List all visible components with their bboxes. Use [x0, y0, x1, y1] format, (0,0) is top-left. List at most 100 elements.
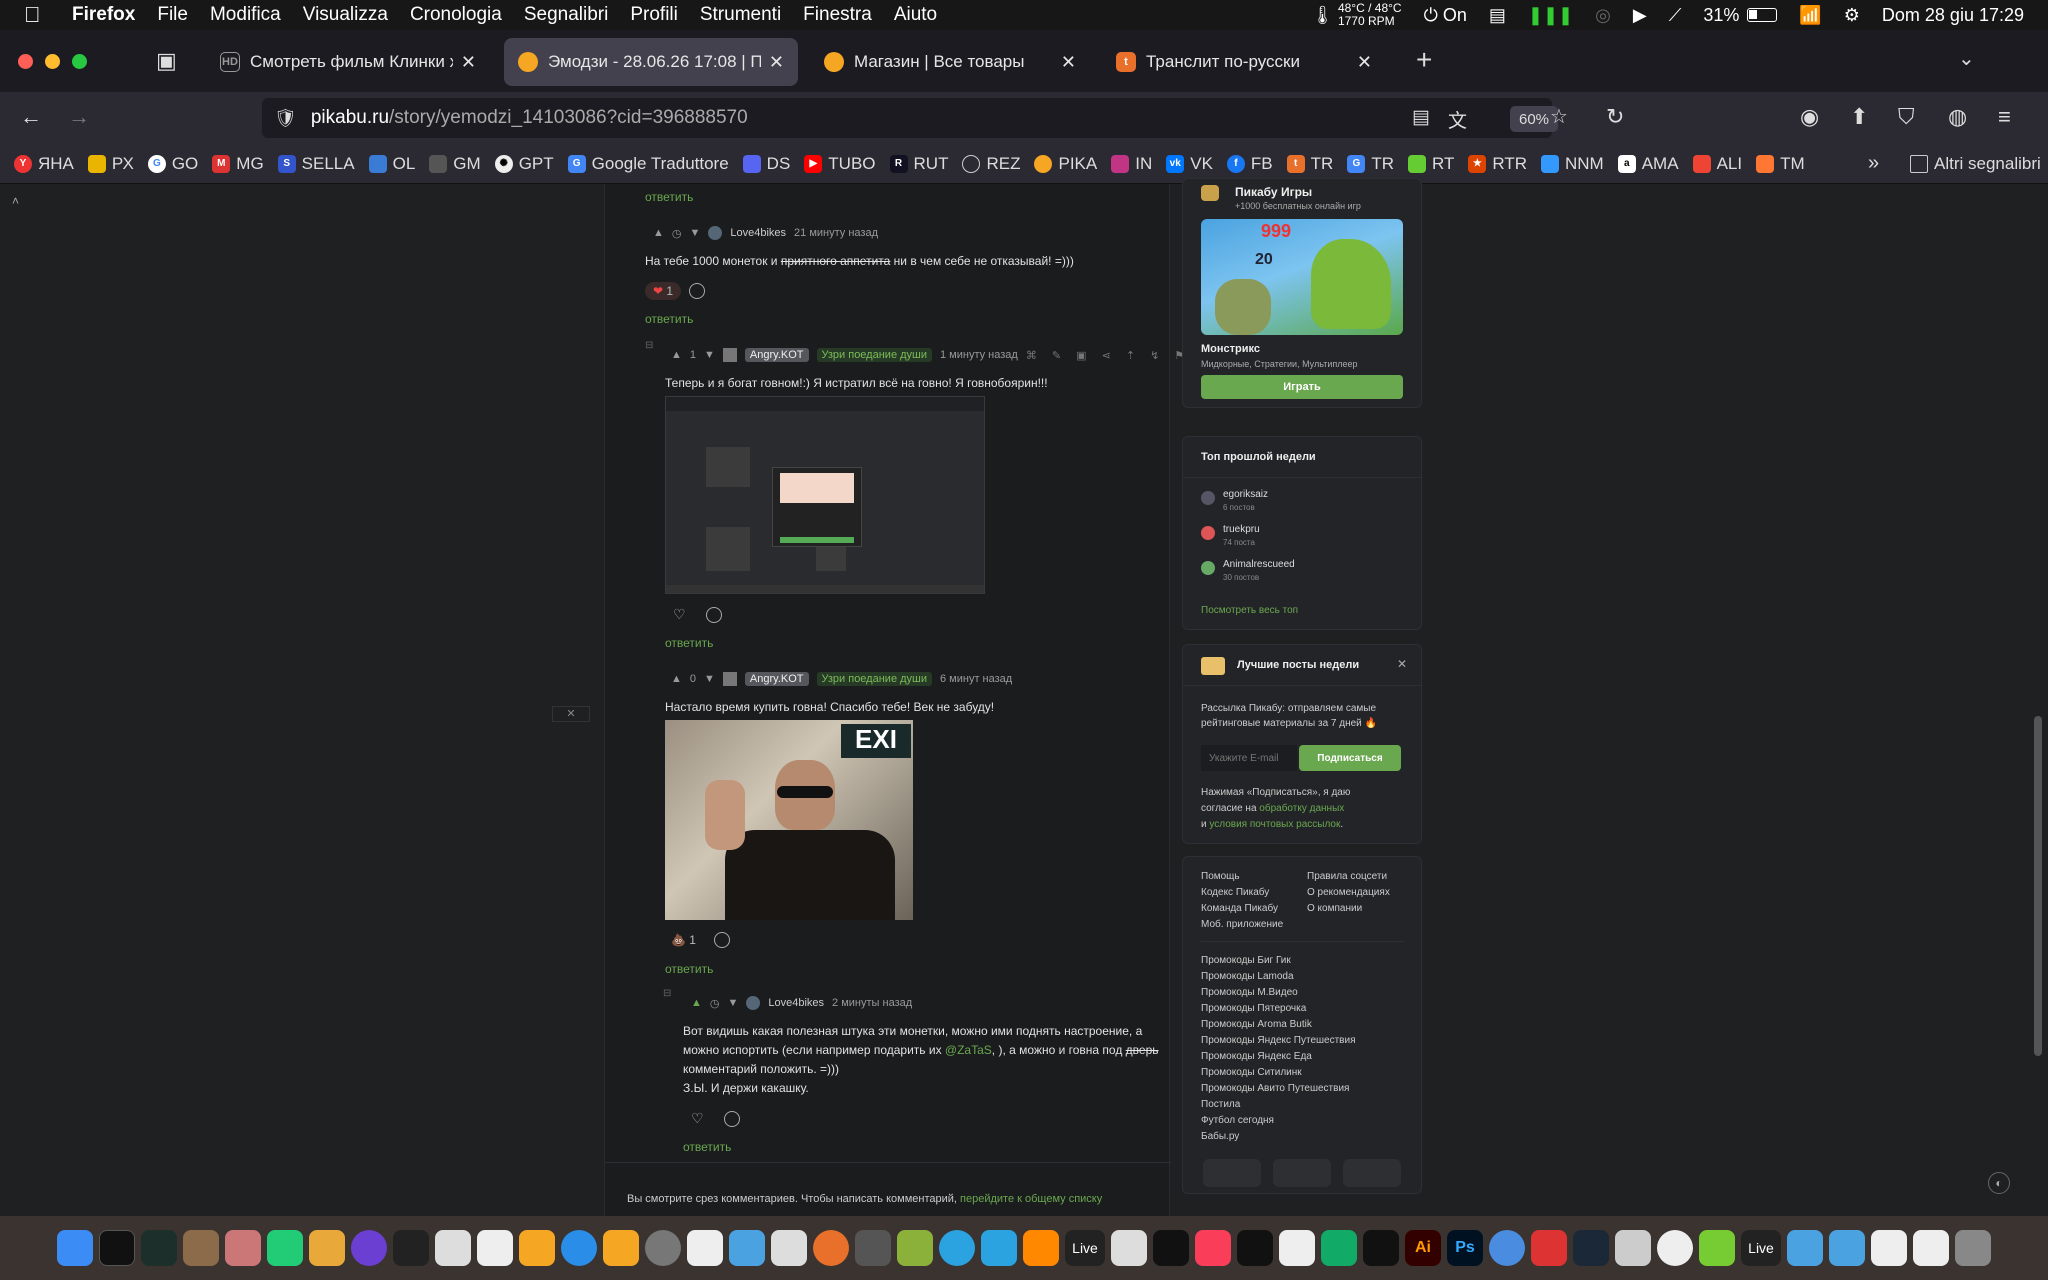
android-icon[interactable] [1699, 1230, 1735, 1266]
shield-icon[interactable]: 🛡 [274, 108, 297, 129]
app-icon[interactable] [393, 1230, 429, 1266]
app-icon[interactable] [1321, 1230, 1357, 1266]
upvote-icon[interactable]: ▲ [691, 997, 702, 1009]
collapse-caret-icon[interactable]: ˄ [12, 194, 19, 208]
app-icon[interactable] [1279, 1230, 1315, 1266]
menu-help[interactable]: Aiuto [894, 4, 937, 26]
app-icon[interactable] [435, 1230, 471, 1266]
bookmark-ali[interactable]: ALI [1692, 154, 1742, 174]
bookmark-rez[interactable]: REZ [962, 154, 1020, 174]
bookmark-ds[interactable]: DS [742, 154, 790, 174]
account-icon[interactable]: ◉ [1800, 104, 1819, 130]
finder-icon[interactable] [57, 1230, 93, 1266]
squirrel-icon[interactable] [183, 1230, 219, 1266]
app-icon[interactable] [897, 1230, 933, 1266]
clock[interactable]: Dom 28 giu 17:29 [1882, 5, 2024, 26]
close-window-button[interactable] [18, 53, 33, 69]
play-icon[interactable]: ▶ [1633, 5, 1647, 26]
comment-author[interactable]: Love4bikes [768, 997, 824, 1009]
avatar[interactable] [722, 348, 737, 362]
menu-bookmarks[interactable]: Segnalibri [524, 4, 609, 26]
app-icon[interactable] [1237, 1230, 1273, 1266]
bookmark-tr-2[interactable]: G TR [1347, 154, 1394, 174]
tab-pikabu-emoji[interactable]: Эмодзи - 28.06.26 17:08 | Пикабу ✕ [504, 38, 798, 86]
menu-app-firefox[interactable]: Firefox [72, 4, 135, 26]
ublock-icon[interactable]: ⛉ [1898, 104, 1915, 130]
comment-time[interactable]: 21 минуту назад [794, 227, 878, 239]
tab-list-chevron-icon[interactable]: ⌄ [1958, 46, 1975, 71]
thread-collapse-icon[interactable]: ⊟ [645, 340, 653, 351]
avatar[interactable] [1201, 491, 1215, 505]
app-icon[interactable] [1153, 1230, 1189, 1266]
control-center-icon[interactable]: ⚙ [1844, 5, 1860, 26]
close-tab-icon[interactable]: ✕ [1357, 52, 1372, 73]
illustrator-icon[interactable]: Ai [1405, 1230, 1441, 1266]
promo-link[interactable]: Промокоды Ситилинк [1201, 1067, 1302, 1078]
document-icon[interactable] [1913, 1230, 1949, 1266]
reply-link[interactable]: ответить [645, 312, 693, 326]
translate-icon[interactable]: 文 [1448, 106, 1467, 133]
reply-link[interactable]: ответить [665, 962, 713, 976]
avatar[interactable] [1201, 561, 1215, 575]
photos-icon[interactable] [1657, 1230, 1693, 1266]
textedit-icon[interactable] [477, 1230, 513, 1266]
url-bar[interactable]: 🛡 pikabu.ru/story/yemodzi_14103086?cid=3… [262, 98, 1568, 138]
poop-reaction[interactable]: 💩 1 [671, 933, 696, 947]
font-book-icon[interactable] [1615, 1230, 1651, 1266]
see-all-top-link[interactable]: Посмотреть весь топ [1201, 605, 1298, 616]
go-to-all-comments-link[interactable]: перейдите к общему списку [960, 1193, 1102, 1205]
app-icon[interactable] [267, 1230, 303, 1266]
close-ad-icon[interactable]: ✕ [552, 706, 590, 722]
downvote-icon[interactable]: ▼ [690, 227, 701, 239]
comment-screenshot-image[interactable] [665, 396, 985, 594]
bookmark-px[interactable]: РХ [87, 154, 134, 174]
avatar[interactable] [1201, 526, 1215, 540]
comment-time[interactable]: 2 минуты назад [832, 997, 912, 1009]
tab-overview-icon[interactable]: ▣ [156, 48, 177, 74]
reload-icon[interactable]: ↻ [1606, 104, 1624, 130]
upvote-icon[interactable]: ▲ [653, 227, 664, 239]
calculator-icon[interactable] [603, 1230, 639, 1266]
footer-link[interactable]: Кодекс Пикабу [1201, 887, 1269, 898]
comment-author[interactable]: Love4bikes [730, 227, 786, 239]
comment-actions-icon[interactable]: ⌘ ✎ ▣ ⋖ ⇡ ↯ ⚑ [1026, 349, 1190, 362]
games-title[interactable]: Пикабу Игры [1235, 185, 1312, 199]
close-tab-icon[interactable]: ✕ [461, 52, 476, 73]
folder-icon[interactable] [1787, 1230, 1823, 1266]
menubar-extra-icon[interactable]: ▤ [1489, 5, 1506, 26]
telegram-icon[interactable] [981, 1230, 1017, 1266]
upvote-icon[interactable]: ▲ [671, 673, 682, 685]
promo-link[interactable]: Бабы.ру [1201, 1131, 1239, 1142]
add-reaction-icon[interactable] [713, 932, 730, 948]
add-reaction-icon[interactable] [689, 283, 706, 299]
heart-outline-icon[interactable]: ♡ [673, 606, 686, 623]
bookmark-rut[interactable]: R RUT [889, 154, 948, 174]
avatar[interactable] [708, 226, 723, 240]
promo-link[interactable]: Промокоды Яндекс Еда [1201, 1051, 1312, 1062]
terminal-icon[interactable] [99, 1230, 135, 1266]
promo-link[interactable]: Промокоды Биг Гик [1201, 955, 1291, 966]
comment-author[interactable]: Angry.KOT [744, 348, 809, 362]
heart-outline-icon[interactable]: ♡ [691, 1110, 704, 1127]
bookmark-ama[interactable]: a AMA [1617, 154, 1679, 174]
vlc-icon[interactable] [1023, 1230, 1059, 1266]
heart-reaction[interactable]: ❤ 1 [645, 282, 682, 300]
menu-history[interactable]: Cronologia [410, 4, 502, 26]
app-icon[interactable] [1531, 1230, 1567, 1266]
bookmark-other-folder[interactable]: Altri segnalibri [1910, 154, 2041, 174]
bookmark-ol[interactable]: OL [368, 154, 415, 174]
bookmark-go[interactable]: G GO [147, 154, 198, 174]
avatar[interactable] [722, 672, 737, 686]
top-user-name[interactable]: Animalrescueed [1223, 559, 1295, 570]
menu-profiles[interactable]: Profili [630, 4, 678, 26]
bookmark-tr[interactable]: t TR [1286, 154, 1333, 174]
comment-terminator-image[interactable]: EXI [665, 720, 913, 920]
slash-icon[interactable]: ⟋ [1669, 5, 1682, 26]
close-icon[interactable]: ✕ [1397, 657, 1407, 671]
close-tab-icon[interactable]: ✕ [769, 52, 784, 73]
firefox-icon[interactable] [813, 1230, 849, 1266]
instagram-social-button[interactable] [1343, 1159, 1401, 1187]
promo-link[interactable]: Промокоды Aroma Butik [1201, 1019, 1312, 1030]
system-settings-icon[interactable] [645, 1230, 681, 1266]
app-icon[interactable] [729, 1230, 765, 1266]
